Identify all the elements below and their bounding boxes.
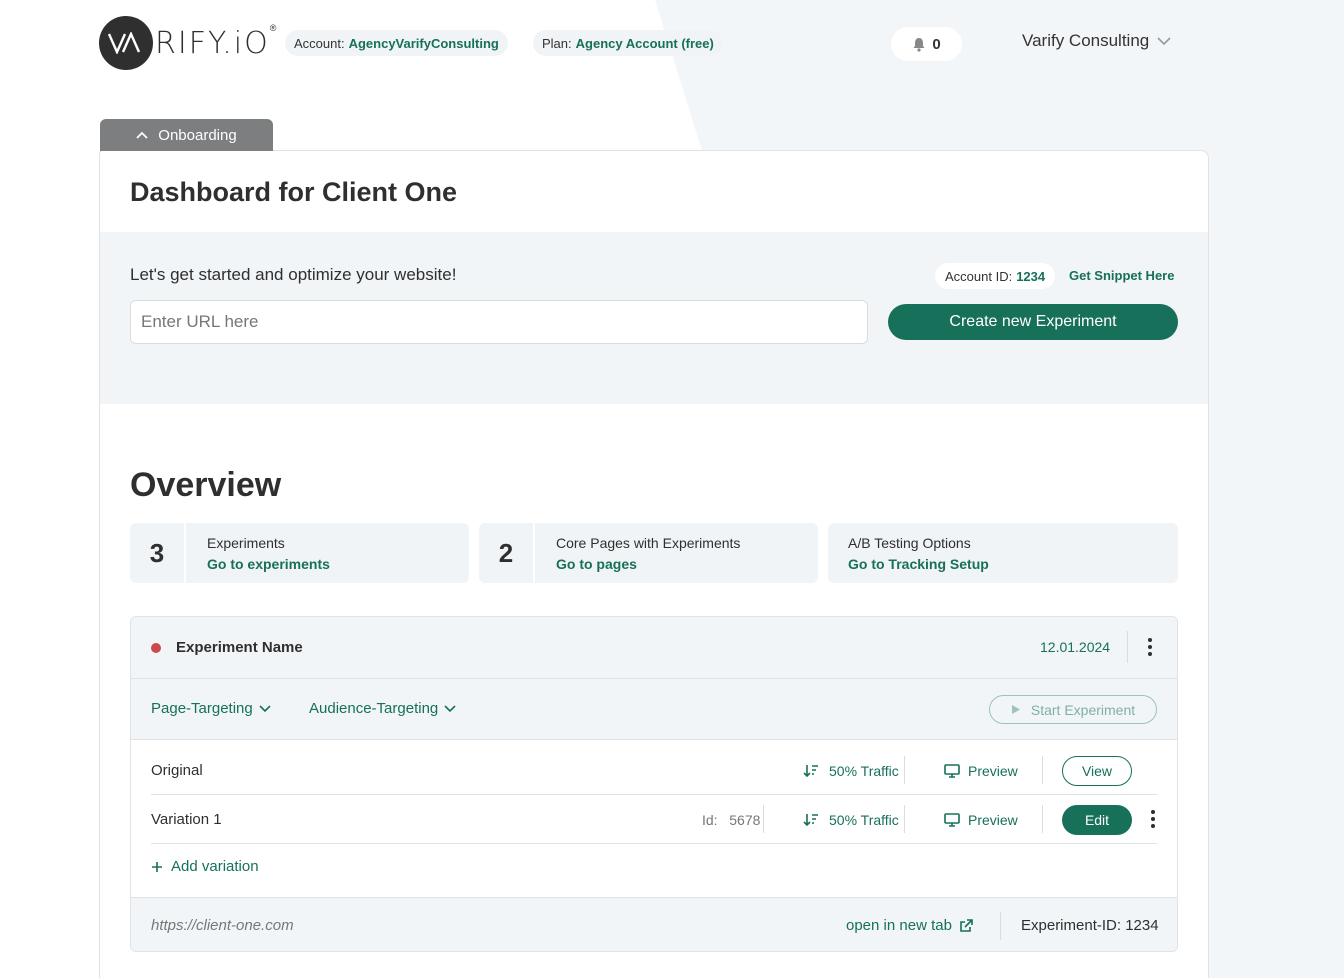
stat-number: 3 [130, 523, 186, 583]
experiment-card: Experiment Name 12.01.2024 Page-Targetin… [130, 616, 1178, 952]
start-experiment-label: Start Experiment [1030, 701, 1136, 718]
user-menu[interactable]: Varify Consulting [1022, 31, 1171, 51]
user-name: Varify Consulting [1022, 31, 1150, 50]
variation-name: Variation 1 [151, 811, 222, 828]
notifications-count: 0 [932, 35, 941, 53]
experiment-id: Experiment-ID: 1234 [1021, 917, 1159, 934]
create-experiment-button[interactable]: Create new Experiment [888, 304, 1178, 340]
variation-id-value: 5678 [729, 811, 761, 828]
targeting-row: Page-Targeting Audience-Targeting Start … [131, 679, 1177, 740]
row-divider [151, 843, 1157, 844]
logo-text: RIFY.iO [155, 25, 270, 61]
play-icon [1011, 704, 1021, 715]
preview-link[interactable]: Preview [944, 763, 1018, 779]
go-to-pages-link[interactable]: Go to pages [556, 556, 740, 572]
logo-registered: ® [269, 23, 277, 33]
monitor-icon [944, 763, 960, 778]
divider [1042, 805, 1043, 833]
variation-row-original: Original 50% Traffic Preview View [151, 746, 1157, 795]
sort-traffic-icon [803, 813, 819, 827]
open-new-tab-label: open in new tab [846, 917, 952, 934]
divider [1127, 631, 1128, 663]
page-title: Dashboard for Client One [130, 177, 458, 207]
more-options-icon[interactable] [1146, 809, 1160, 829]
edit-button[interactable]: Edit [1062, 804, 1132, 835]
get-snippet-link[interactable]: Get Snippet Here [1069, 268, 1174, 283]
stat-label: Experiments [207, 534, 285, 551]
chevron-up-icon [136, 131, 148, 139]
experiment-footer: https://client-one.com open in new tab E… [131, 897, 1177, 951]
plan-pill: Plan: Agency Account (free) [533, 30, 723, 56]
plus-icon [151, 861, 163, 873]
logo-mark-icon [99, 16, 153, 70]
chevron-down-icon [444, 704, 456, 713]
variation-row-1: Variation 1 Id: 5678 50% Traffic Preview [151, 795, 1157, 844]
dashboard-card: Dashboard for Client One Let's get start… [99, 150, 1209, 978]
experiment-date: 12.01.2024 [1040, 639, 1111, 655]
divider [904, 805, 905, 833]
go-to-tracking-setup-link[interactable]: Go to Tracking Setup [848, 556, 989, 572]
account-id-badge: Account ID: 1234 [935, 263, 1056, 289]
preview-link[interactable]: Preview [944, 812, 1018, 828]
go-to-experiments-link[interactable]: Go to experiments [207, 556, 330, 572]
variation-id: Id: 5678 [702, 812, 760, 828]
monitor-icon [944, 812, 960, 827]
notifications-button[interactable]: 0 [891, 27, 962, 61]
divider [763, 805, 764, 833]
plan-label: Plan: [542, 35, 572, 51]
getting-started-text: Let's get started and optimize your webs… [130, 265, 457, 284]
header: RIFY.iO ® Account: AgencyVarifyConsultin… [0, 0, 1344, 90]
traffic-label: 50% Traffic [829, 762, 899, 779]
plan-value: Agency Account (free) [575, 35, 714, 51]
url-input[interactable] [130, 300, 868, 344]
stat-core-pages: 2 Core Pages with Experiments Go to page… [479, 523, 818, 583]
onboarding-toggle[interactable]: Onboarding [100, 119, 273, 151]
experiment-url: https://client-one.com [151, 917, 294, 934]
experiment-name[interactable]: Experiment Name [176, 639, 303, 656]
chevron-down-icon [1157, 36, 1171, 46]
account-pill: Account: AgencyVarifyConsulting [285, 30, 508, 56]
chevron-down-icon [259, 704, 271, 713]
open-new-tab-link[interactable]: open in new tab [846, 917, 973, 934]
external-link-icon [959, 918, 973, 933]
view-button[interactable]: View [1062, 755, 1132, 786]
sort-traffic-icon [803, 764, 819, 778]
stat-label: Core Pages with Experiments [556, 534, 741, 551]
account-value: AgencyVarifyConsulting [348, 35, 499, 51]
experiment-header: Experiment Name 12.01.2024 [131, 617, 1177, 679]
variation-id-label: Id: [702, 811, 718, 828]
stat-label: A/B Testing Options [848, 534, 971, 551]
divider [1000, 912, 1001, 940]
audience-targeting-label: Audience-Targeting [309, 700, 439, 717]
traffic-control[interactable]: 50% Traffic [803, 812, 899, 828]
logo[interactable]: RIFY.iO ® [99, 15, 276, 71]
audience-targeting-dropdown[interactable]: Audience-Targeting [309, 700, 456, 717]
start-experiment-button[interactable]: Start Experiment [989, 695, 1157, 724]
status-dot-icon [151, 643, 161, 653]
traffic-label: 50% Traffic [829, 811, 899, 828]
divider [1042, 756, 1043, 784]
stat-ab-testing: A/B Testing Options Go to Tracking Setup [828, 523, 1178, 583]
account-id-value: 1234 [1016, 268, 1046, 284]
add-variation-button[interactable]: Add variation [151, 858, 259, 875]
overview-title: Overview [130, 466, 282, 504]
account-id-label: Account ID: [945, 268, 1013, 284]
stat-number: 2 [479, 523, 535, 583]
preview-label: Preview [968, 811, 1018, 828]
divider [904, 756, 905, 784]
page-targeting-dropdown[interactable]: Page-Targeting [151, 700, 271, 717]
onboarding-label: Onboarding [158, 126, 237, 144]
traffic-control[interactable]: 50% Traffic [803, 763, 899, 779]
variation-name: Original [151, 762, 203, 779]
add-variation-label: Add variation [171, 858, 259, 875]
preview-label: Preview [968, 762, 1018, 779]
stat-experiments: 3 Experiments Go to experiments [130, 523, 469, 583]
account-label: Account: [294, 35, 345, 51]
page-targeting-label: Page-Targeting [151, 700, 253, 717]
getting-started-panel: Let's get started and optimize your webs… [100, 232, 1208, 404]
more-options-icon[interactable] [1141, 637, 1159, 657]
bell-icon [912, 37, 926, 52]
